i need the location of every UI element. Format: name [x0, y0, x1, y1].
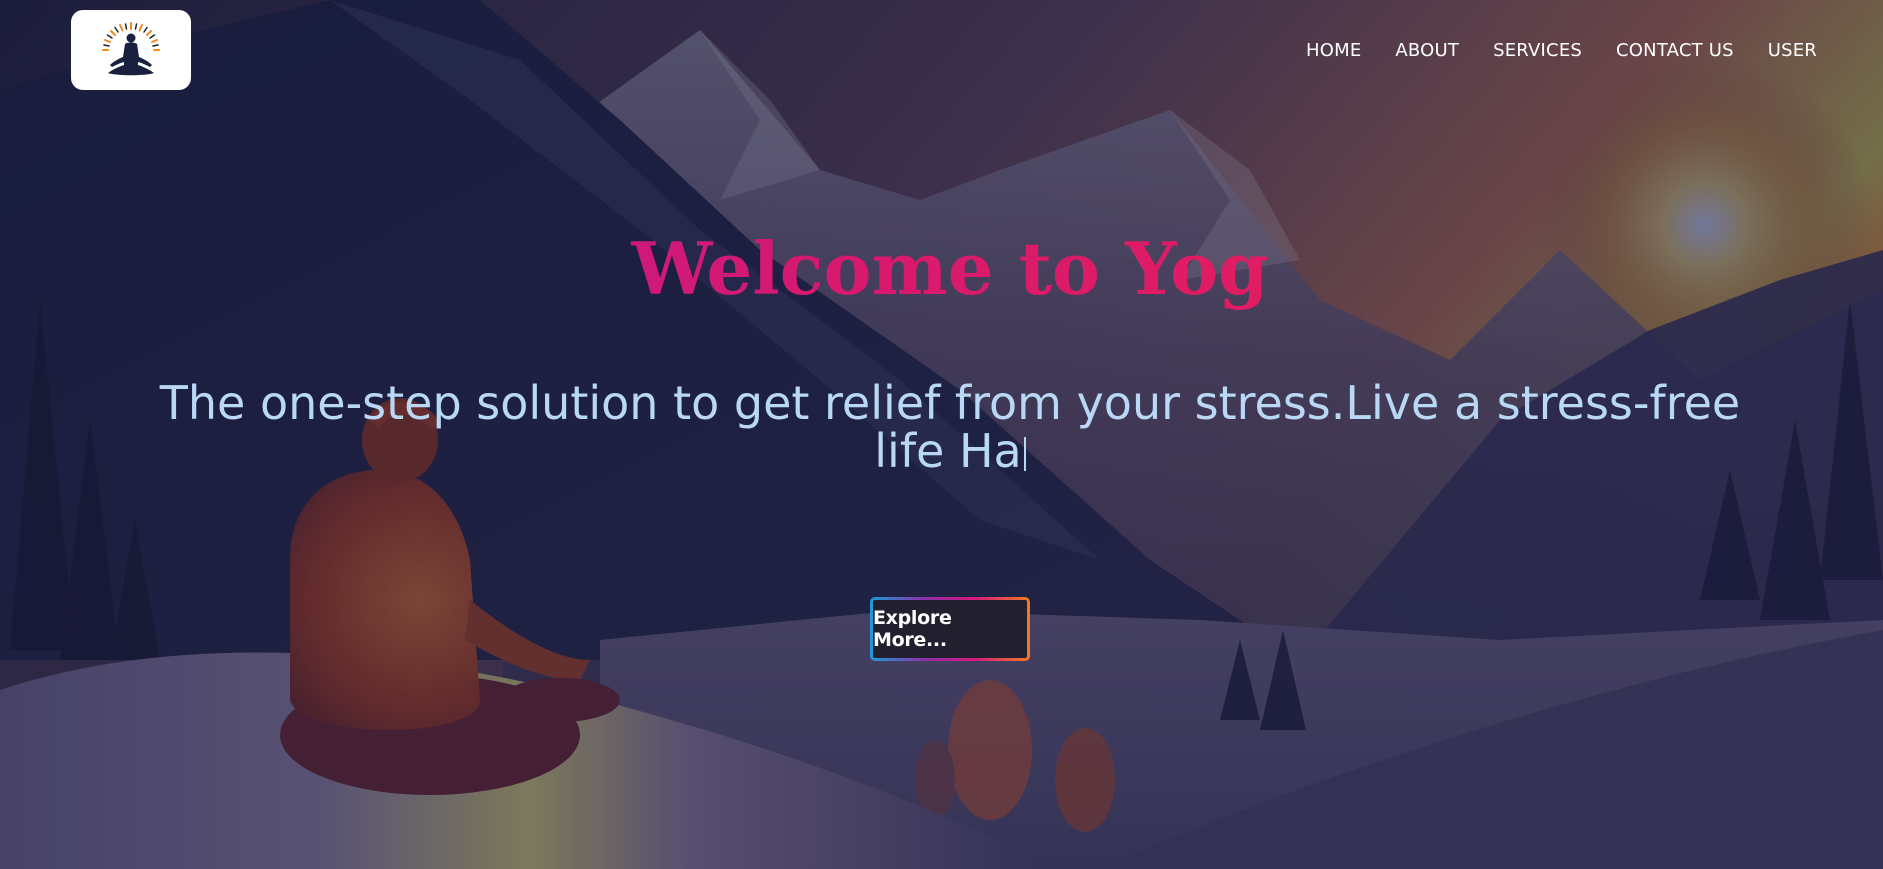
nav-about[interactable]: ABOUT	[1395, 40, 1459, 61]
nav-home[interactable]: HOME	[1306, 40, 1361, 61]
hero-subtitle-text: The one-step solution to get relief from…	[159, 376, 1741, 478]
explore-more-button[interactable]: Explore More...	[870, 597, 1030, 661]
landing-page: HOME ABOUT SERVICES CONTACT US USER Welc…	[0, 0, 1883, 869]
nav-user[interactable]: USER	[1768, 40, 1817, 61]
logo[interactable]	[71, 10, 191, 90]
meditation-figure-icon	[102, 22, 160, 76]
nav-contact-us[interactable]: CONTACT US	[1616, 40, 1734, 61]
hero-subtitle: The one-step solution to get relief from…	[140, 379, 1760, 475]
hero-title: Welcome to Yog	[0, 226, 1883, 312]
main-nav: HOME ABOUT SERVICES CONTACT US USER	[1306, 40, 1817, 61]
nav-services[interactable]: SERVICES	[1493, 40, 1582, 61]
typing-caret	[1023, 437, 1026, 471]
